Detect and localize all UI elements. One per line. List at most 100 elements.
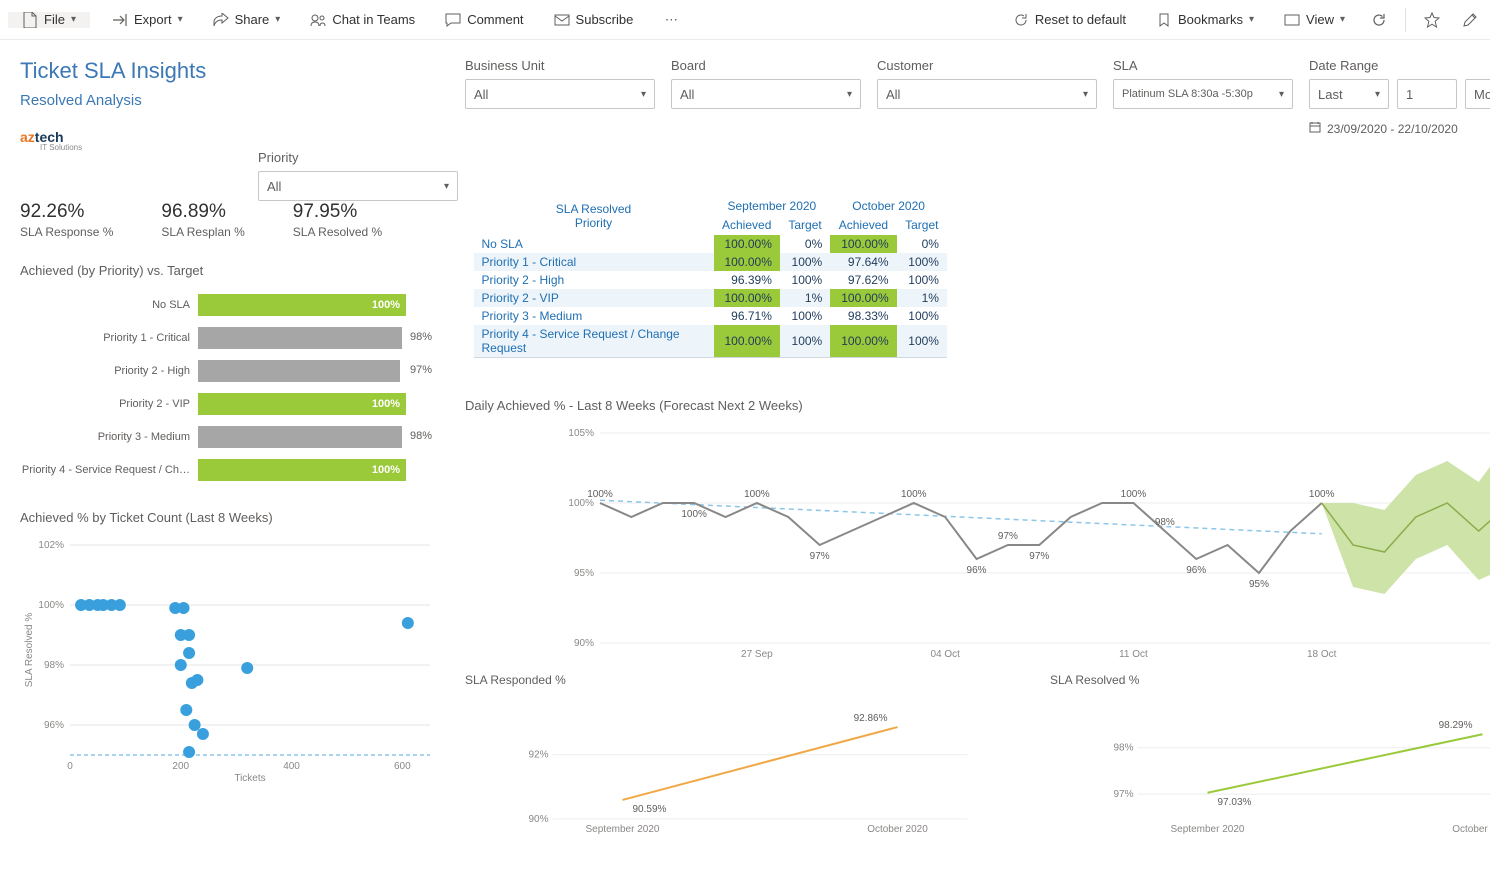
filter-business-unit[interactable]: All ▾: [465, 79, 655, 109]
svg-text:90.59%: 90.59%: [633, 804, 667, 815]
export-icon: [112, 12, 128, 28]
filter-priority[interactable]: All ▾: [258, 171, 458, 201]
share-icon: [213, 12, 229, 28]
file-icon: [22, 12, 38, 28]
ellipsis-icon: ⋯: [663, 12, 679, 28]
bar-label: Priority 1 - Critical: [20, 332, 198, 344]
kpi-value: 97.95%: [293, 201, 382, 223]
filter-board[interactable]: All ▾: [671, 79, 861, 109]
svg-text:97%: 97%: [998, 531, 1018, 542]
bar-track: 100%: [198, 393, 406, 415]
svg-text:0: 0: [67, 761, 73, 772]
responded-chart[interactable]: SLA Responded % 90%92%September 2020Octo…: [465, 673, 1030, 844]
overflow-menu[interactable]: ⋯: [655, 6, 687, 34]
file-menu[interactable]: File ▾: [8, 12, 90, 28]
view-menu[interactable]: View ▾: [1276, 6, 1353, 34]
filter-date-mode[interactable]: Last ▾: [1309, 79, 1389, 109]
comment-label: Comment: [467, 12, 523, 27]
export-label: Export: [134, 12, 172, 27]
svg-text:100%: 100%: [744, 489, 770, 500]
table-row: Priority 4 - Service Request / Change Re…: [474, 325, 947, 358]
dropdown-value: Platinum SLA 8:30a -5:30p: [1122, 88, 1253, 100]
svg-text:100%: 100%: [901, 489, 927, 500]
divider: [1405, 8, 1406, 32]
svg-text:98%: 98%: [1113, 743, 1133, 754]
export-menu[interactable]: Export ▾: [104, 6, 191, 34]
scatter-chart[interactable]: 96%98%100%102%0200400600TicketsSLA Resol…: [20, 535, 455, 785]
sla-matrix[interactable]: SLA ResolvedPrioritySeptember 2020Octobe…: [473, 196, 947, 358]
filter-sla[interactable]: Platinum SLA 8:30a -5:30p ▾: [1113, 79, 1293, 109]
daily-line-chart[interactable]: 90%95%100%105%27 Sep04 Oct11 Oct18 Oct25…: [465, 423, 1490, 663]
svg-text:September 2020: September 2020: [1171, 824, 1245, 835]
chevron-down-icon: ▾: [1249, 14, 1254, 25]
file-label: File: [44, 12, 65, 27]
bar-row: Priority 4 - Service Request / Ch…100%: [20, 453, 455, 486]
svg-text:95%: 95%: [1249, 579, 1269, 590]
svg-text:September 2020: September 2020: [586, 824, 660, 835]
kpi-row: 92.26% SLA Response % 96.89% SLA Resplan…: [20, 201, 455, 239]
comment-button[interactable]: Comment: [437, 6, 531, 34]
svg-text:102%: 102%: [38, 540, 64, 551]
reset-label: Reset to default: [1035, 12, 1126, 27]
edit-button[interactable]: [1458, 8, 1482, 32]
filters-row: Business Unit All ▾ Board All ▾ Customer: [465, 58, 1490, 136]
kpi-value: 92.26%: [20, 201, 113, 223]
svg-text:97.03%: 97.03%: [1218, 797, 1252, 808]
bookmark-icon: [1156, 12, 1172, 28]
refresh-button[interactable]: [1367, 8, 1391, 32]
filter-label-sla: SLA: [1113, 58, 1293, 73]
bar-chart[interactable]: No SLA100%Priority 1 - Critical98%Priori…: [20, 288, 455, 486]
bar-label: Priority 3 - Medium: [20, 431, 198, 443]
filter-date-unit[interactable]: Months ▾: [1465, 79, 1490, 109]
kpi-label: SLA Resplan %: [161, 225, 244, 239]
date-range-text: 23/09/2020 - 22/10/2020: [1309, 121, 1490, 136]
kpi-resolved: 97.95% SLA Resolved %: [293, 201, 382, 239]
bar-row: Priority 2 - High97%: [20, 354, 455, 387]
bar-row: Priority 3 - Medium98%: [20, 420, 455, 453]
svg-text:98%: 98%: [1155, 517, 1175, 528]
svg-text:100%: 100%: [1309, 489, 1335, 500]
bar-label: Priority 2 - High: [20, 365, 198, 377]
chevron-down-icon: ▾: [1375, 89, 1380, 100]
mail-icon: [554, 12, 570, 28]
dropdown-value: All: [474, 87, 488, 102]
svg-text:11 Oct: 11 Oct: [1119, 649, 1148, 660]
page-subtitle: Resolved Analysis: [20, 92, 455, 109]
bookmarks-menu[interactable]: Bookmarks ▾: [1148, 6, 1262, 34]
filter-label-customer: Customer: [877, 58, 1097, 73]
view-label: View: [1306, 12, 1334, 27]
bar-label: No SLA: [20, 299, 198, 311]
bar-value: 98%: [410, 331, 432, 343]
chat-button[interactable]: Chat in Teams: [302, 6, 423, 34]
filter-date-qty[interactable]: 1: [1397, 79, 1457, 109]
reset-button[interactable]: Reset to default: [1005, 6, 1134, 34]
svg-text:92%: 92%: [528, 750, 548, 761]
svg-text:October 2020: October 2020: [1452, 824, 1490, 835]
subscribe-button[interactable]: Subscribe: [546, 6, 642, 34]
dropdown-value: All: [886, 87, 900, 102]
bar-value: 97%: [410, 364, 432, 376]
bar-row: No SLA100%: [20, 288, 455, 321]
table-row: Priority 1 - Critical100.00%100%97.64%10…: [474, 253, 947, 271]
filter-customer[interactable]: All ▾: [877, 79, 1097, 109]
chevron-down-icon: ▾: [178, 14, 183, 25]
daily-title: Daily Achieved % - Last 8 Weeks (Forecas…: [465, 398, 1490, 413]
resolved-title: SLA Resolved %: [1050, 673, 1490, 687]
bar-track: 98%: [198, 327, 406, 349]
bar-label: Priority 4 - Service Request / Ch…: [20, 464, 198, 476]
favorite-button[interactable]: [1420, 8, 1444, 32]
kpi-value: 96.89%: [161, 201, 244, 223]
svg-text:98%: 98%: [44, 660, 64, 671]
share-button[interactable]: Share ▾: [205, 6, 289, 34]
svg-text:100%: 100%: [681, 509, 707, 520]
chevron-down-icon: ▾: [641, 89, 646, 100]
svg-text:92.86%: 92.86%: [854, 713, 888, 724]
svg-text:90%: 90%: [528, 814, 548, 825]
resolved-chart[interactable]: SLA Resolved % 97%98%September 2020Octob…: [1050, 673, 1490, 844]
chevron-down-icon: ▾: [71, 14, 76, 25]
svg-text:600: 600: [394, 761, 411, 772]
bar-track: 97%: [198, 360, 406, 382]
svg-text:97%: 97%: [810, 551, 830, 562]
bar-fill: 100%: [198, 393, 406, 415]
share-label: Share: [235, 12, 270, 27]
